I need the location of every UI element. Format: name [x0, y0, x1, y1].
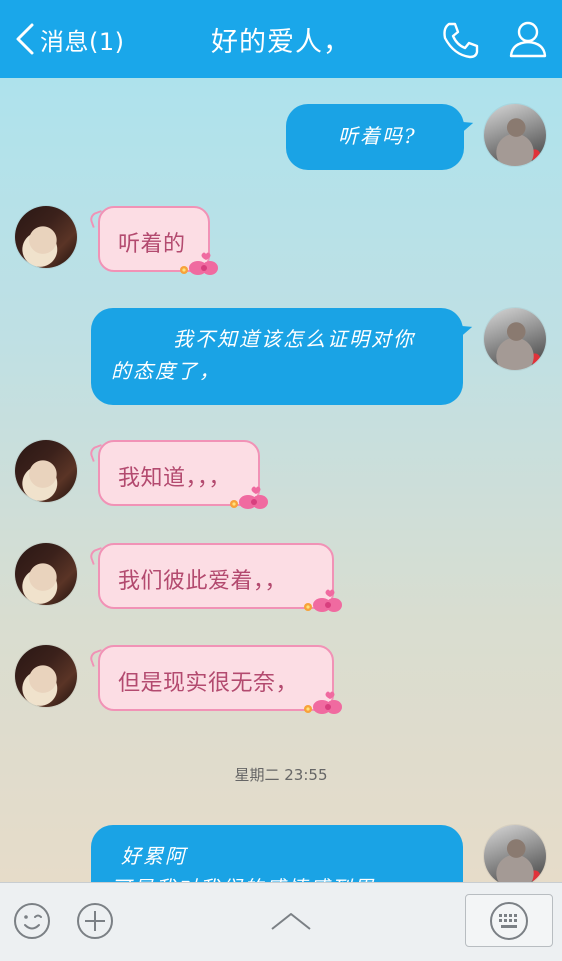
bow-decoration-icon: [230, 486, 268, 509]
bubble-tail: [88, 547, 106, 565]
expand-button[interactable]: [268, 909, 314, 933]
message-text: 我知道，，，: [118, 466, 232, 491]
message-text-line2: 的态度了，: [111, 359, 221, 383]
message-bubble[interactable]: 听着吗?: [286, 104, 475, 170]
chevron-up-icon: [271, 913, 311, 930]
contact-avatar[interactable]: [15, 440, 77, 502]
message-text-line1: 好累阿: [121, 844, 187, 868]
plus-icon: [77, 903, 113, 939]
message-text-line1: 我不知道该怎么证明对你: [173, 327, 415, 351]
input-toolbar: [0, 882, 562, 961]
message-bubble[interactable]: 听着的: [88, 206, 218, 275]
contact-avatar[interactable]: [15, 206, 77, 268]
my-avatar[interactable]: [484, 308, 546, 370]
bubble-tail: [88, 649, 106, 667]
message-bubble[interactable]: 我们彼此爱着，，: [88, 543, 342, 612]
message-bubble[interactable]: 我知道，，，: [88, 440, 268, 509]
contact-avatar[interactable]: [15, 645, 77, 707]
bow-decoration-icon: [180, 252, 218, 275]
person-icon: [509, 21, 547, 58]
phone-icon: [443, 22, 479, 59]
message-timestamp: 星期二 23:55: [234, 766, 328, 784]
my-avatar[interactable]: [484, 104, 546, 166]
message-bubble[interactable]: 我不知道该怎么证明对你 的态度了，: [91, 308, 474, 405]
smiley-icon: [14, 903, 50, 939]
back-label: 消息(1): [40, 27, 125, 56]
chevron-left-icon: [16, 23, 34, 55]
bow-decoration-icon: [304, 589, 342, 612]
message-bubble[interactable]: 但是现实很无奈，: [88, 645, 342, 714]
message-text: 听着吗?: [338, 124, 417, 148]
back-button[interactable]: 消息(1): [14, 20, 125, 58]
message-text: 我们彼此爱着，，: [118, 569, 288, 594]
bow-decoration-icon: [304, 691, 342, 714]
emoji-button[interactable]: [13, 902, 51, 940]
bubble-tail: [88, 210, 106, 228]
contact-avatar[interactable]: [15, 543, 77, 605]
chat-header: 消息(1) 好的爱人，: [0, 0, 562, 78]
bubble-tail: [457, 115, 475, 133]
keyboard-icon: [490, 902, 528, 940]
my-avatar[interactable]: [484, 825, 546, 887]
bubble-tail: [88, 444, 106, 462]
message-text: 但是现实很无奈，: [118, 671, 299, 696]
call-button[interactable]: [440, 20, 480, 60]
more-options-button[interactable]: [76, 902, 114, 940]
keyboard-toggle-button[interactable]: [465, 894, 553, 947]
bubble-tail: [456, 319, 474, 337]
profile-button[interactable]: [507, 18, 549, 60]
